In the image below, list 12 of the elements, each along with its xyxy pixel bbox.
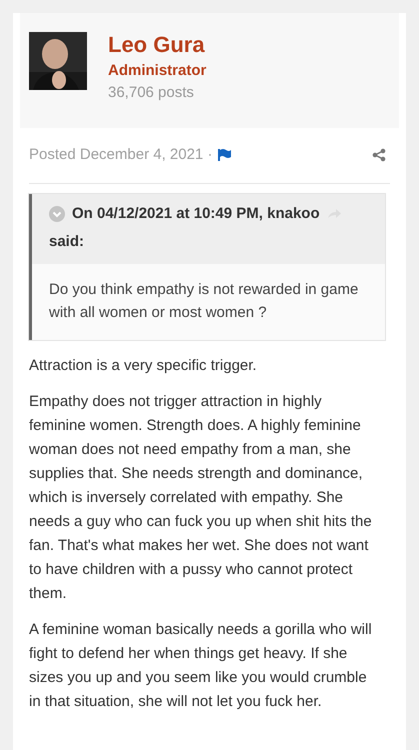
post-paragraph: A feminine woman basically needs a gorilla who will fight to defend her when things get heavy. If she sizes you up and you seem like you would crumble in that situation, she will not let you fuck her. — [29, 620, 373, 712]
posted-date: Posted December 4, 2021 · — [29, 145, 212, 165]
quote-said: said: — [49, 232, 86, 252]
share-icon[interactable] — [372, 148, 386, 162]
post-count: 36,706 posts — [108, 83, 195, 103]
quote-text: Do you think empathy is not rewarded in game with all women or most women ? — [49, 280, 360, 322]
post-paragraph: Attraction is a very specific trigger. — [29, 356, 258, 376]
post-paragraph: Empathy does not trigger attraction in highly feminine women. Strength does. A highly feminine woman does not need empathy from a man, she supplies that. She needs strength and dominance, which is inversely correlated with empathy. She needs a guy who can fuck you up when shit hits the fan. That's what makes her wet. She does not want to have children with a pussy who cannot protect them. — [29, 392, 373, 604]
flag-icon[interactable] — [217, 149, 232, 162]
quote-citation: On 04/12/2021 at 10:49 PM, knakoo — [72, 204, 320, 224]
author-role: Administrator — [108, 61, 206, 81]
author-name[interactable]: Leo Gura — [108, 32, 206, 58]
